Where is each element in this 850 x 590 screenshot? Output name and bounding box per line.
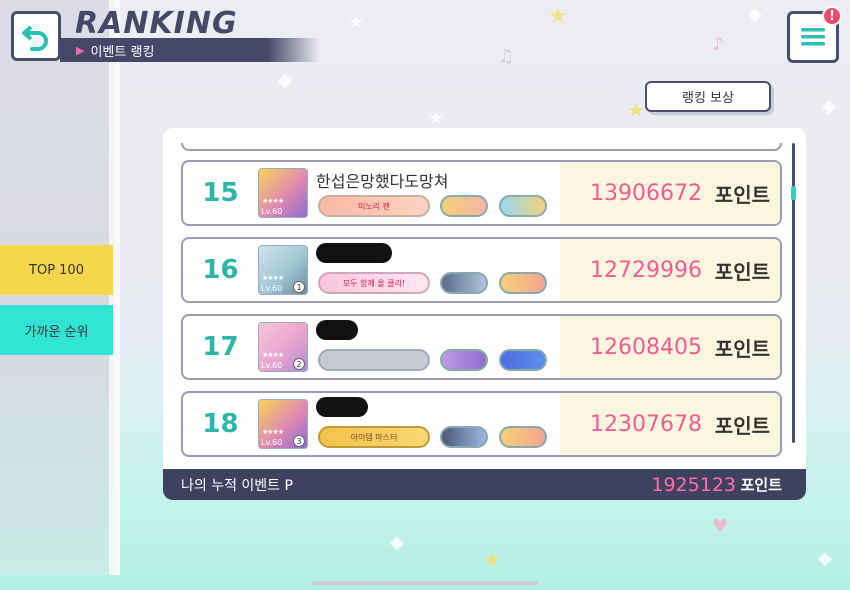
my-points-label: 나의 누적 이벤트 P	[181, 477, 293, 494]
ranking-row[interactable]: 16 ★★★★ Lv.60 1 모두 함께 올 클리! 12729996 포인트	[181, 237, 782, 303]
heart-lock-icon: ♥	[712, 516, 729, 537]
character-chip	[440, 426, 488, 448]
tab-nearby-rank[interactable]: 가까운 순위	[0, 305, 113, 355]
hamburger-menu-icon	[801, 28, 825, 46]
level-label: Lv.60	[261, 438, 283, 447]
score-unit: 포인트	[714, 182, 770, 207]
level-label: Lv.60	[261, 361, 283, 370]
star-icon: ★	[482, 548, 502, 573]
character-chip	[499, 195, 547, 217]
page-subtitle: 이벤트 랭킹	[90, 44, 155, 60]
score-unit: 포인트	[714, 336, 770, 361]
diamond-icon: ◆	[822, 96, 836, 117]
slot-number: 2	[293, 358, 305, 370]
diamond-icon: ◆	[278, 70, 292, 91]
notification-badge: !	[822, 6, 842, 26]
score-unit: 포인트	[714, 413, 770, 438]
tab-top-100[interactable]: TOP 100	[0, 245, 113, 295]
score-value: 12608405	[590, 334, 702, 360]
score-value: 13906672	[590, 180, 702, 206]
triangle-icon: ▶	[76, 43, 85, 57]
avatar[interactable]: ★★★★ Lv.60 3	[258, 399, 308, 449]
star-icon: ★	[627, 98, 645, 122]
home-indicator[interactable]	[312, 581, 538, 585]
scrollbar-thumb[interactable]	[791, 186, 796, 200]
ranking-row[interactable]: 18 ★★★★ Lv.60 3 아이템 마스터 12307678 포인트	[181, 391, 782, 457]
side-panel-edge	[115, 0, 120, 575]
ranking-row[interactable]: 15 ★★★★ Lv.60 한섭은망했다도망쳐 미노리 팬 13906672 포…	[181, 160, 782, 226]
headphones-icon: ♫	[498, 46, 515, 67]
page-title: RANKING	[75, 6, 238, 41]
rarity-stars-icon: ★★★★	[262, 274, 284, 282]
level-label: Lv.60	[261, 207, 283, 216]
character-chip	[499, 349, 547, 371]
character-chip	[499, 426, 547, 448]
tab-nearby-rank-label: 가까운 순위	[24, 324, 89, 340]
redacted-name	[316, 243, 392, 263]
my-points-value: 1925123	[651, 473, 736, 496]
avatar[interactable]: ★★★★ Lv.60 1	[258, 245, 308, 295]
tab-top-100-label: TOP 100	[29, 262, 84, 278]
character-chip	[440, 349, 488, 371]
page-subtitle-bar: ▶ 이벤트 랭킹	[60, 38, 320, 62]
star-icon: ★	[428, 108, 445, 129]
rank-number: 17	[202, 332, 239, 362]
character-chip	[440, 272, 488, 294]
avatar[interactable]: ★★★★ Lv.60	[258, 168, 308, 218]
music-note-icon: ♪	[712, 34, 724, 55]
redacted-name	[316, 397, 368, 417]
rarity-stars-icon: ★★★★	[262, 351, 284, 359]
title-badge	[318, 349, 430, 371]
title-badge: 미노리 팬	[318, 195, 430, 217]
rank-number: 16	[202, 255, 239, 285]
score-unit: 포인트	[714, 259, 770, 284]
my-points-unit: 포인트	[740, 476, 782, 494]
player-name: 한섭은망했다도망쳐	[316, 172, 449, 191]
rank-number: 18	[202, 409, 239, 439]
my-points-footer: 나의 누적 이벤트 P 1925123 포인트	[163, 469, 806, 500]
diamond-icon: ◆	[748, 4, 762, 25]
previous-row-edge	[181, 143, 782, 151]
rank-number: 15	[202, 178, 239, 208]
diamond-icon: ◆	[818, 548, 832, 569]
diamond-icon: ◆	[390, 532, 404, 553]
star-icon: ★	[548, 4, 568, 29]
score-value: 12307678	[590, 411, 702, 437]
rarity-stars-icon: ★★★★	[262, 197, 284, 205]
slot-number: 1	[293, 281, 305, 293]
title-badge: 아이템 마스터	[318, 426, 430, 448]
redacted-name	[316, 320, 358, 340]
star-icon: ★	[348, 12, 365, 33]
level-label: Lv.60	[261, 284, 283, 293]
rarity-stars-icon: ★★★★	[262, 428, 284, 436]
back-button[interactable]	[11, 11, 61, 61]
character-chip	[499, 272, 547, 294]
slot-number: 3	[293, 435, 305, 447]
score-value: 12729996	[590, 257, 702, 283]
title-badge: 모두 함께 올 클리!	[318, 272, 430, 294]
avatar[interactable]: ★★★★ Lv.60 2	[258, 322, 308, 372]
back-arrow-icon	[22, 25, 48, 51]
ranking-reward-button[interactable]: 랭킹 보상	[645, 81, 771, 112]
ranking-row[interactable]: 17 ★★★★ Lv.60 2 12608405 포인트	[181, 314, 782, 380]
character-chip	[440, 195, 488, 217]
